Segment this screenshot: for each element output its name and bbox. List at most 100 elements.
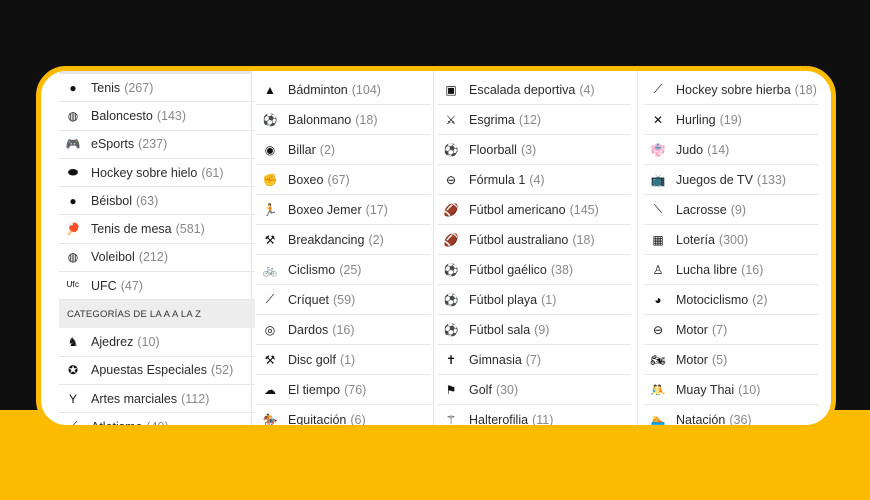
- lacrosse-stick-icon: ⟍: [653, 202, 663, 216]
- sport-name: Apuestas Especiales: [91, 363, 208, 378]
- sport-link[interactable]: ⚽ Floorball (3): [437, 135, 631, 165]
- star-circle-icon: ✪: [67, 363, 79, 378]
- sport-link[interactable]: ⊖ Motor (7): [644, 315, 819, 345]
- sport-link[interactable]: ● Tenis (267): [59, 74, 255, 103]
- event-count: (18): [794, 82, 817, 97]
- sport-link[interactable]: ✝ Gimnasia (7): [437, 345, 631, 375]
- sport-link[interactable]: 🎮 eSports (237): [59, 131, 255, 159]
- event-count: (2): [752, 292, 768, 307]
- basketball-icon: ◍: [67, 108, 79, 123]
- event-count: (1): [339, 352, 356, 367]
- sport-name: Halterofilia: [469, 412, 529, 427]
- lottery-ticket-icon: ▦: [652, 232, 664, 247]
- sport-link[interactable]: 🏇 Equitación (6): [256, 405, 431, 427]
- sport-link[interactable]: 🏍 Motor (5): [644, 345, 819, 375]
- billiard-ball-icon: ◉: [264, 142, 276, 157]
- sport-link[interactable]: 🏈 Fútbol australiano (18): [437, 225, 631, 255]
- sport-link[interactable]: ⚒ Breakdancing (2): [256, 225, 431, 255]
- sport-link[interactable]: ⬬ Hockey sobre hielo (61): [59, 159, 255, 188]
- sport-link[interactable]: 📺 Juegos de TV (133): [644, 165, 819, 195]
- sport-name: Billar: [288, 142, 316, 157]
- sport-link[interactable]: ⚚ Halterofilia (11): [437, 405, 631, 427]
- sport-link[interactable]: ◍ Voleibol (212): [59, 244, 255, 273]
- sport-name: Tenis: [91, 80, 121, 95]
- sport-name: Baloncesto: [91, 108, 153, 123]
- horse-rider-icon: 🏇: [262, 412, 278, 427]
- sport-link[interactable]: ☁ El tiempo (76): [256, 375, 431, 405]
- event-count: (143): [156, 108, 187, 123]
- sport-link[interactable]: ✕ Hurling (19): [644, 105, 819, 135]
- sport-link[interactable]: ◕ Motociclismo (2): [644, 285, 819, 315]
- sport-link[interactable]: 🏃 Boxeo Jemer (17): [256, 195, 431, 225]
- sport-link[interactable]: ◎ Dardos (16): [256, 315, 431, 345]
- sport-link[interactable]: ⚔ Esgrima (12): [437, 105, 631, 135]
- sport-link[interactable]: ♙ Lucha libre (16): [644, 255, 819, 285]
- sport-link[interactable]: ⟋ Críquet (59): [256, 285, 431, 315]
- sport-link[interactable]: ▲ Bádminton (104): [256, 75, 431, 105]
- sport-link[interactable]: ● Béisbol (63): [59, 187, 255, 216]
- event-count: (16): [332, 322, 355, 337]
- tennis-ball-icon: ●: [69, 80, 77, 95]
- weightlifting-icon: ⚚: [445, 412, 457, 427]
- sport-link[interactable]: ⚽ Fútbol sala (9): [437, 315, 631, 345]
- sport-name: Béisbol: [91, 193, 132, 208]
- sport-name: Breakdancing: [288, 232, 365, 247]
- sport-link[interactable]: ✪ Apuestas Especiales (52): [59, 357, 255, 385]
- ping-pong-icon: 🏓: [65, 222, 81, 237]
- sport-link[interactable]: ▣ Escalada deportiva (4): [437, 75, 631, 105]
- event-count: (9): [730, 202, 747, 217]
- event-count: (2): [319, 142, 336, 157]
- chess-knight-icon: ♞: [67, 335, 79, 350]
- sport-link[interactable]: 🤼 Muay Thai (10): [644, 375, 819, 405]
- sport-link[interactable]: 👘 Judo (14): [644, 135, 819, 165]
- sport-name: Hockey sobre hierba: [676, 82, 791, 97]
- sport-link[interactable]: 🚲 Ciclismo (25): [256, 255, 431, 285]
- sport-link[interactable]: ⟋ Hockey sobre hierba (18): [644, 75, 819, 105]
- sport-name: Boxeo Jemer: [288, 202, 362, 217]
- event-count: (145): [569, 202, 599, 217]
- sport-name: Dardos: [288, 322, 329, 337]
- sport-link[interactable]: 🏊 Natación (36): [644, 405, 819, 427]
- sport-link[interactable]: ⊖ Fórmula 1 (4): [437, 165, 631, 195]
- sport-link[interactable]: 🏈 Fútbol americano (145): [437, 195, 631, 225]
- sport-link[interactable]: Y Artes marciales (112): [59, 385, 255, 414]
- sport-name: Natación: [676, 412, 726, 427]
- gamepad-icon: 🎮: [65, 137, 81, 152]
- sport-name: Lacrosse: [676, 202, 727, 217]
- sport-link[interactable]: ⚽ Balonmano (18): [256, 105, 431, 135]
- sport-link[interactable]: ⟍ Lacrosse (9): [644, 195, 819, 225]
- sport-link[interactable]: 🏓 Tenis de mesa (581): [59, 215, 255, 244]
- rugby-ball-icon: 🏈: [443, 232, 459, 247]
- sport-name: Boxeo: [288, 172, 324, 187]
- sport-link[interactable]: ⚑ Golf (30): [437, 375, 631, 405]
- sport-name: Artes marciales: [91, 391, 178, 406]
- sport-link[interactable]: ◍ Baloncesto (143): [59, 102, 255, 131]
- event-count: (4): [529, 172, 545, 187]
- sport-name: Hurling: [676, 112, 716, 127]
- sport-link[interactable]: ⚽ Fútbol playa (1): [437, 285, 631, 315]
- sport-link[interactable]: ⟋ Atletismo (40): [59, 413, 255, 425]
- sport-link[interactable]: ♞ Ajedrez (10): [59, 328, 255, 357]
- sport-name: Disc golf: [288, 352, 336, 367]
- sport-link[interactable]: ✊ Boxeo (67): [256, 165, 431, 195]
- event-count: (11): [532, 412, 554, 427]
- event-count: (133): [756, 172, 787, 187]
- sport-link[interactable]: ⚽ Fútbol gaélico (38): [437, 255, 631, 285]
- hockey-puck-icon: ⬬: [67, 165, 79, 180]
- steering-wheel-icon: ⊖: [445, 172, 457, 187]
- martial-arts-icon: Y: [68, 391, 77, 406]
- sport-name: Bádminton: [288, 82, 348, 97]
- crossed-tools-icon: ⚒: [264, 232, 276, 247]
- event-count: (63): [136, 193, 159, 208]
- sport-link[interactable]: ◉ Billar (2): [256, 135, 431, 165]
- sport-link[interactable]: ▦ Lotería (300): [644, 225, 819, 255]
- event-count: (237): [138, 137, 168, 152]
- sport-link[interactable]: ⚒ Disc golf (1): [256, 345, 431, 375]
- event-count: (38): [550, 262, 574, 277]
- crossed-tools-icon: ⚒: [264, 352, 276, 367]
- american-football-icon: 🏈: [443, 202, 459, 217]
- sport-name: Fútbol gaélico: [469, 262, 547, 277]
- sport-name: Esgrima: [469, 112, 515, 127]
- sport-link[interactable]: ᵁᶠᶜ UFC (47): [59, 272, 255, 301]
- sport-name: UFC: [91, 278, 117, 293]
